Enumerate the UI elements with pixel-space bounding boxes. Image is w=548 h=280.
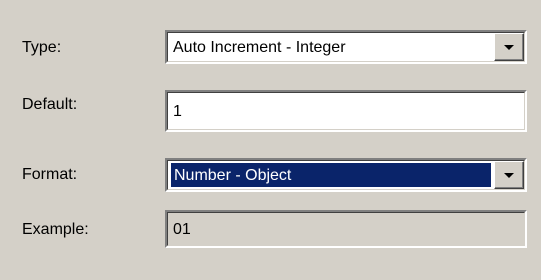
- default-input[interactable]: 1: [165, 90, 527, 132]
- chevron-down-icon: [504, 173, 514, 178]
- default-input-value: 1: [173, 103, 182, 120]
- type-select-value: Auto Increment - Integer: [173, 39, 346, 56]
- example-label: Example:: [22, 221, 89, 238]
- chevron-down-icon: [504, 45, 514, 50]
- example-field: 01: [165, 210, 527, 248]
- type-label: Type:: [22, 39, 62, 56]
- format-label: Format:: [22, 166, 78, 183]
- format-select-value: Number - Object: [174, 167, 292, 184]
- format-select[interactable]: Number - Object: [165, 158, 527, 192]
- example-field-value: 01: [173, 221, 191, 238]
- field-properties-panel: Type: Auto Increment - Integer Default: …: [0, 0, 541, 280]
- format-dropdown-button[interactable]: [494, 161, 524, 189]
- type-select[interactable]: Auto Increment - Integer: [165, 30, 527, 64]
- type-dropdown-button[interactable]: [494, 33, 524, 61]
- default-label: Default:: [22, 96, 78, 113]
